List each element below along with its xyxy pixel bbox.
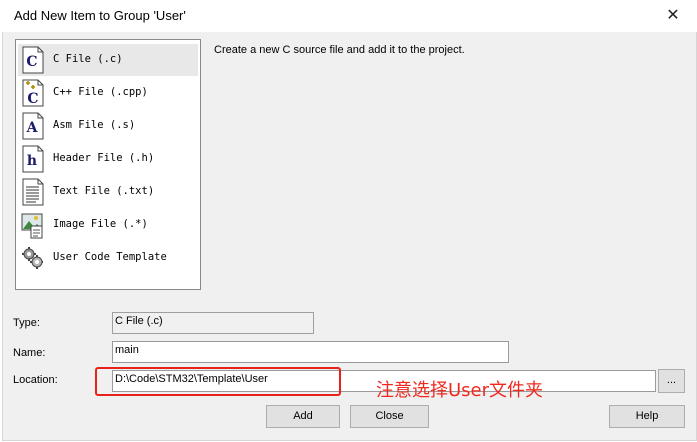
asm-file-icon: A (22, 112, 44, 140)
c-file-icon: C (22, 46, 44, 74)
list-item-cpp-file[interactable]: C C++ File (.cpp) (18, 77, 198, 109)
list-item-label: Text File (.txt) (53, 185, 155, 197)
list-item-asm-file[interactable]: A Asm File (.s) (18, 110, 198, 142)
list-item-text-file[interactable]: Text File (.txt) (18, 176, 198, 208)
dialog-title: Add New Item to Group 'User' (14, 8, 186, 23)
list-item-label: Image File (.*) (53, 218, 148, 230)
list-item-label: User Code Template (53, 251, 167, 263)
cpp-file-icon: C (22, 79, 44, 107)
name-label: Name: (13, 347, 46, 359)
type-label: Type: (13, 317, 40, 329)
list-item-header-file[interactable]: h Header File (.h) (18, 143, 198, 175)
text-file-icon (22, 178, 44, 206)
list-item-label: Header File (.h) (53, 152, 155, 164)
list-item-image-file[interactable]: Image File (.*) (18, 209, 198, 241)
list-item-label: C File (.c) (53, 53, 123, 65)
gears-template-icon (22, 247, 43, 269)
location-highlight-box (95, 367, 341, 396)
list-item-c-file[interactable]: C C File (.c) (18, 44, 198, 76)
title-bar: Add New Item to Group 'User' ✕ (0, 0, 697, 32)
list-item-label: Asm File (.s) (53, 119, 136, 131)
h-glyph: h (27, 153, 37, 169)
close-icon[interactable]: ✕ (658, 2, 688, 30)
location-label: Location: (13, 374, 58, 386)
c-glyph: C (27, 91, 38, 107)
header-file-icon: h (22, 145, 44, 173)
annotation-note: 注意选择User文件夹 (376, 380, 544, 401)
file-type-list[interactable]: C C File (.c) C C++ File (.cpp) A Asm Fi… (15, 39, 201, 290)
name-input[interactable]: main (112, 341, 509, 363)
close-button[interactable]: Close (350, 405, 429, 428)
add-button[interactable]: Add (266, 405, 340, 428)
item-description: Create a new C source file and add it to… (214, 44, 465, 56)
list-item-label: C++ File (.cpp) (53, 86, 148, 98)
image-file-icon (21, 213, 43, 239)
help-button[interactable]: Help (609, 405, 685, 428)
list-item-user-code-template[interactable]: User Code Template (18, 242, 198, 274)
type-field: C File (.c) (112, 312, 314, 334)
a-glyph: A (26, 120, 39, 136)
browse-button[interactable]: ... (658, 369, 685, 393)
c-glyph: C (26, 54, 37, 70)
